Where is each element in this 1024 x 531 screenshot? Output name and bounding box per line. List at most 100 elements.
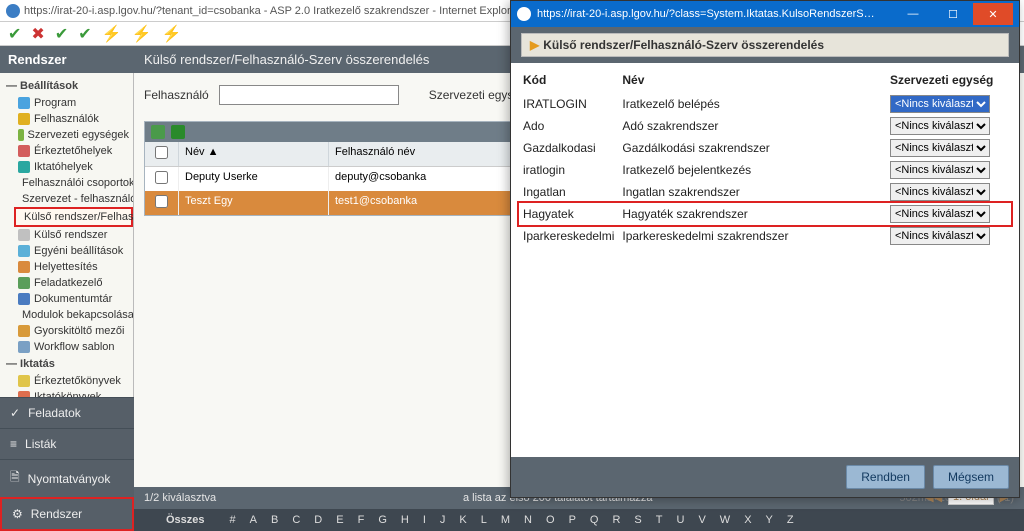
tree-item-icon (18, 325, 30, 337)
nav-label: Rendszer (31, 507, 82, 521)
alpha-letter[interactable]: G (371, 514, 394, 526)
alpha-all[interactable]: Összes (134, 514, 223, 526)
col-name[interactable]: Név ▲ (179, 142, 329, 166)
refresh-icon[interactable] (151, 125, 165, 139)
org-select[interactable]: <Nincs kiválasztva> (890, 139, 990, 157)
org-select[interactable]: <Nincs kiválasztva> (890, 95, 990, 113)
alpha-letter[interactable]: T (649, 514, 670, 526)
tree-group[interactable]: — Beállítások (0, 77, 133, 95)
tree-item[interactable]: Workflow sablon (14, 339, 133, 355)
alpha-letter[interactable]: U (670, 514, 692, 526)
ok-button[interactable]: Rendben (846, 465, 925, 489)
org-select[interactable]: <Nincs kiválasztva> (890, 227, 990, 245)
alpha-letter[interactable]: O (539, 514, 562, 526)
alpha-letter[interactable]: M (494, 514, 517, 526)
alpha-letter[interactable]: B (264, 514, 285, 526)
tree-item[interactable]: Egyéni beállítások (14, 243, 133, 259)
alpha-letter[interactable]: V (691, 514, 712, 526)
cell-name: Adó szakrendszer (618, 115, 886, 137)
tree-item[interactable]: Helyettesítés (14, 259, 133, 275)
tree-item[interactable]: Külső rendszer (14, 227, 133, 243)
maximize-button[interactable]: ☐ (933, 3, 973, 25)
alpha-letter[interactable]: A (243, 514, 264, 526)
check-green2-icon[interactable]: ✔ (55, 24, 68, 44)
row-checkbox[interactable] (155, 171, 168, 184)
alpha-letter[interactable]: H (394, 514, 416, 526)
tree-item-icon (18, 161, 30, 173)
close-button[interactable]: ✕ (973, 3, 1013, 25)
tree-group[interactable]: — Iktatás (0, 355, 133, 373)
dialog-subtitle: Külső rendszer/Felhasználó-Szerv összere… (543, 38, 824, 52)
tree-item-icon (18, 129, 24, 141)
row-checkbox[interactable] (155, 195, 168, 208)
cell-name: Deputy Userke (179, 167, 329, 191)
org-select[interactable]: <Nincs kiválasztva> (890, 117, 990, 135)
alpha-letter[interactable]: J (433, 514, 453, 526)
tree-item[interactable]: Szervezet - felhasználó (14, 191, 133, 207)
tree-item[interactable]: Külső rendszer/Felhasz (14, 207, 133, 227)
cell-name: Ingatlan szakrendszer (618, 181, 886, 203)
alpha-letter[interactable]: C (285, 514, 307, 526)
alpha-letter[interactable]: S (627, 514, 648, 526)
alpha-letter[interactable]: D (307, 514, 329, 526)
org-select[interactable]: <Nincs kiválasztva> (890, 161, 990, 179)
dialog-window: https://irat-20-i.asp.lgov.hu/?class=Sys… (510, 0, 1020, 498)
tree-item[interactable]: Szervezeti egységek (14, 127, 133, 143)
alpha-letter[interactable]: X (737, 514, 758, 526)
check-green-icon[interactable]: ✔ (8, 24, 21, 44)
minimize-button[interactable]: — (893, 3, 933, 25)
cancel-button[interactable]: Mégsem (933, 465, 1009, 489)
bottom-nav-item[interactable]: ✓Feladatok (0, 397, 134, 428)
tree-item[interactable]: Érkeztetőkönyvek (14, 373, 133, 389)
tree-item-label: Gyorskitöltő mezői (34, 325, 124, 337)
tree-item-label: Szervezeti egységek (28, 129, 130, 141)
alpha-hash[interactable]: # (223, 514, 243, 526)
org-select[interactable]: <Nincs kiválasztva> (890, 183, 990, 201)
alpha-letter[interactable]: L (474, 514, 494, 526)
alpha-letter[interactable]: Y (759, 514, 780, 526)
bolt-green-icon[interactable]: ⚡ (161, 24, 181, 44)
check-green3-icon[interactable]: ✔ (78, 24, 91, 44)
select-all-checkbox[interactable] (155, 146, 168, 159)
sidebar-tree: — BeállításokProgramFelhasználók Szerveze… (0, 73, 134, 397)
dialog-row: IparkereskedelmiIparkereskedelmi szakren… (519, 225, 1011, 247)
user-input[interactable] (219, 85, 399, 105)
tree-item[interactable]: Felhasználók (14, 111, 133, 127)
tree-item[interactable]: Érkeztetőhelyek (14, 143, 133, 159)
main-url: https://irat-20-i.asp.lgov.hu/?tenant_id… (24, 5, 520, 17)
tree-item[interactable]: Program (14, 95, 133, 111)
tree-item-label: Szervezet - felhasználó (22, 193, 134, 205)
alpha-letter[interactable]: N (517, 514, 539, 526)
bolt-blue-icon[interactable]: ⚡ (132, 24, 152, 44)
tree-item[interactable]: Gyorskitöltő mezői (14, 323, 133, 339)
bottom-nav: ✓Feladatok≡Listák🗎Nyomtatványok⚙Rendszer (0, 397, 134, 531)
alpha-letter[interactable]: P (562, 514, 583, 526)
bottom-nav-item[interactable]: ⚙Rendszer (0, 497, 134, 531)
x-red-icon[interactable]: ✖ (31, 24, 44, 44)
cell-org: <Nincs kiválasztva> (886, 181, 1011, 203)
org-select[interactable]: <Nincs kiválasztva> (890, 205, 990, 223)
alpha-letter[interactable]: K (452, 514, 473, 526)
tree-item[interactable]: Iktatókönyvek (14, 389, 133, 397)
cell-name: Teszt Egy (179, 191, 329, 215)
excel-icon[interactable] (171, 125, 185, 139)
globe-icon (517, 7, 531, 21)
bottom-nav-item[interactable]: ≡Listák (0, 428, 134, 459)
bolt-orange-icon[interactable]: ⚡ (102, 24, 122, 44)
alpha-letter[interactable]: R (605, 514, 627, 526)
th-code: Kód (519, 69, 618, 93)
tree-item[interactable]: Modulok bekapcsolása (14, 307, 133, 323)
alpha-letter[interactable]: Z (780, 514, 801, 526)
alpha-letter[interactable]: F (351, 514, 372, 526)
tree-item[interactable]: Iktatóhelyek (14, 159, 133, 175)
tree-item[interactable]: Dokumentumtár (14, 291, 133, 307)
bottom-nav-item[interactable]: 🗎Nyomtatványok (0, 459, 134, 497)
tree-item[interactable]: Felhasználói csoportok (14, 175, 133, 191)
alpha-letter[interactable]: E (329, 514, 350, 526)
alpha-letter[interactable]: W (713, 514, 737, 526)
tree-item[interactable]: Feladatkezelő (14, 275, 133, 291)
alpha-letter[interactable]: I (416, 514, 433, 526)
tree-item-label: Érkeztetőhelyek (34, 145, 112, 157)
tree-item-icon (18, 277, 30, 289)
alpha-letter[interactable]: Q (583, 514, 606, 526)
